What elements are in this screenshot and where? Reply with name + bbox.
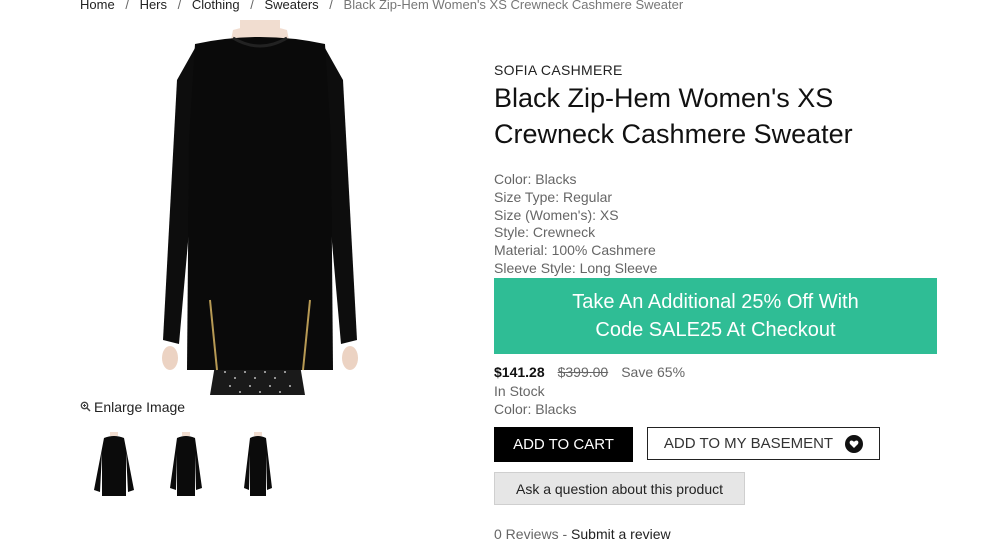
enlarge-image-label: Enlarge Image <box>94 399 186 415</box>
attribute-style: Style: Crewneck <box>494 224 596 241</box>
attribute-size-type: Size Type: Regular <box>494 188 613 205</box>
attribute-sleeve-style: Sleeve Style: Long Sleeve <box>494 259 658 276</box>
promo-line-1: Take An Additional 25% Off With <box>572 291 859 313</box>
product-brand[interactable]: SOFIA CASHMERE <box>494 62 623 78</box>
price-row: $141.28 $399.00 Save 65% <box>494 364 685 380</box>
promo-line-2: Code SALE25 At Checkout <box>595 319 836 341</box>
reviews-count[interactable]: 0 Reviews <box>494 526 559 542</box>
breadcrumb-hers[interactable]: Hers <box>140 0 167 12</box>
reviews-separator: - <box>558 526 572 542</box>
product-title: Black Zip-Hem Women's XS Crewneck Cashme… <box>494 83 853 149</box>
thumbnail-side[interactable] <box>162 432 210 498</box>
thumbnail-back[interactable] <box>234 432 282 498</box>
thumbnail-strip <box>90 432 282 498</box>
sweater-model-illustration <box>162 20 358 395</box>
reviews-summary: 0 Reviews - Submit a review <box>494 526 671 542</box>
magnifier-icon <box>80 399 91 415</box>
attribute-size: Size (Women's): XS <box>494 206 619 223</box>
breadcrumb: Home / Hers / Clothing / Sweaters / Blac… <box>80 0 683 12</box>
stock-status: In Stock <box>494 383 545 399</box>
submit-review-link[interactable]: Submit a review <box>571 526 671 542</box>
add-to-cart-button[interactable]: ADD TO CART <box>494 427 633 462</box>
add-to-basement-button[interactable]: ADD TO MY BASEMENT <box>647 427 880 460</box>
breadcrumb-separator: / <box>329 0 333 12</box>
thumbnail-front[interactable] <box>90 432 138 498</box>
savings-label: Save 65% <box>621 364 686 380</box>
breadcrumb-home[interactable]: Home <box>80 0 115 12</box>
breadcrumb-separator: / <box>125 0 129 12</box>
breadcrumb-separator: / <box>177 0 182 12</box>
add-to-basement-label: ADD TO MY BASEMENT <box>663 435 834 452</box>
attribute-material: Material: 100% Cashmere <box>494 242 656 259</box>
product-attributes: Color: Blacks Size Type: Regular Size (W… <box>494 171 657 278</box>
heart-icon <box>845 434 864 453</box>
original-price: $399.00 <box>557 364 609 380</box>
attribute-color: Color: Blacks <box>494 171 577 187</box>
breadcrumb-clothing[interactable]: Clothing <box>192 0 240 12</box>
ask-question-button[interactable]: Ask a question about this product <box>494 472 745 505</box>
breadcrumb-current: Black Zip-Hem Women's XS Crewneck Cashme… <box>343 0 684 12</box>
breadcrumb-separator: / <box>250 0 254 12</box>
breadcrumb-sweaters[interactable]: Sweaters <box>264 0 318 12</box>
sale-price: $141.28 <box>494 364 545 380</box>
enlarge-image-link[interactable]: Enlarge Image <box>80 399 185 415</box>
selected-color: Color: Blacks <box>494 401 577 417</box>
promo-banner: Take An Additional 25% Off With Code SAL… <box>494 278 937 354</box>
product-main-image[interactable] <box>155 20 365 395</box>
